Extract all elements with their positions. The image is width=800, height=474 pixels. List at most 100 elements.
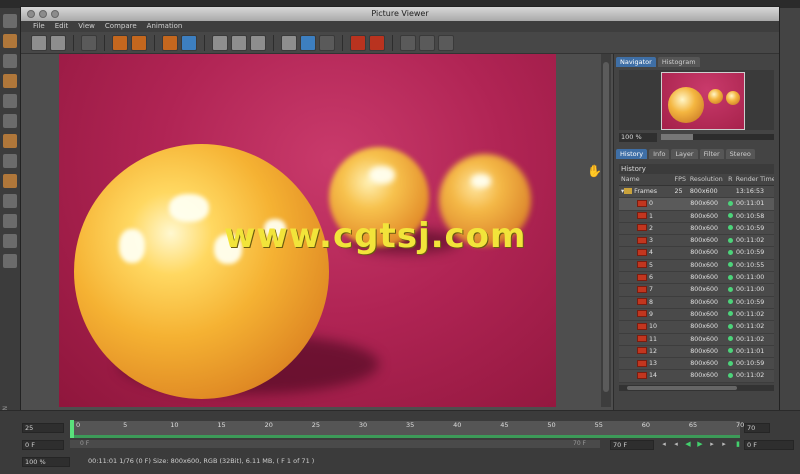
end-frame-field[interactable]: 70 F [610,440,654,450]
grid-icon[interactable] [81,34,97,51]
render-icon[interactable] [112,34,128,51]
screen-compare-icon[interactable] [250,34,266,51]
zoom-slider[interactable] [661,134,774,140]
viewport-scrollbar[interactable] [601,54,611,407]
history-row[interactable]: 1 800x600 00:10:58 [619,210,774,223]
history-row[interactable]: 5 800x600 00:10:55 [619,259,774,273]
frame-field[interactable]: 0 F [22,440,64,450]
row-time: 00:11:00 [735,274,765,282]
frame-icon[interactable] [3,254,17,268]
row-name-cell: 1 [619,211,675,222]
navigator-preview[interactable] [619,70,774,130]
row-time: 00:10:59 [735,224,765,232]
brush-icon[interactable] [3,174,17,188]
menu-edit[interactable]: Edit [55,21,69,32]
tool-icon[interactable] [3,14,17,28]
zoom-value-field[interactable]: 100 % [619,132,657,142]
render-image-icon [637,248,647,256]
current-frame-right-field[interactable]: 0 F [744,440,794,450]
tab-history[interactable]: History [616,149,648,159]
timeline-range-bar [70,435,740,438]
render-region-icon[interactable] [131,34,147,51]
grid-icon[interactable] [3,234,17,248]
history-row[interactable]: 2 800x600 00:10:59 [619,222,774,236]
checker-icon[interactable] [3,54,17,68]
column-fps[interactable]: FPS [675,176,690,185]
cube-outline-icon[interactable] [3,114,17,128]
scrollbar-thumb[interactable] [627,385,737,390]
status-dot-icon [728,348,734,354]
history-row[interactable]: 14 800x600 00:11:02 [619,370,774,383]
history-row[interactable]: 7 800x600 00:11:00 [619,284,774,297]
minimize-window-button[interactable] [39,10,47,18]
tab-info[interactable]: Info [649,149,670,159]
row-fps [675,358,690,369]
tab-stereo[interactable]: Stereo [725,149,755,159]
timeline-end-field[interactable]: 70 [744,423,770,433]
tab-layer[interactable]: Layer [671,149,698,159]
separator [273,34,274,51]
history-folder-row[interactable]: ▾ Frames 25 800x600 13:16:53 [619,186,774,199]
set-a-icon[interactable] [350,34,366,51]
render-image-icon [637,347,647,355]
step-forward-icon[interactable]: ▸ [708,440,716,448]
history-row[interactable]: 9 800x600 00:11:02 [619,308,774,322]
row-name: 12 [649,347,658,355]
column-render-time[interactable]: Render Time [736,176,774,185]
lock-icon[interactable] [3,194,17,208]
grid-icon[interactable] [3,214,17,228]
swap-icon[interactable] [319,34,335,51]
column-name[interactable]: Name [619,176,675,185]
tab-navigator[interactable]: Navigator [616,57,656,67]
angle-icon[interactable] [3,154,17,168]
history-row[interactable]: 13 800x600 00:10:59 [619,358,774,371]
zoom-window-button[interactable] [51,10,59,18]
screen-region-icon[interactable] [231,34,247,51]
history-row[interactable]: 11 800x600 00:11:02 [619,333,774,346]
scrollbar-thumb[interactable] [603,62,609,392]
save-icon[interactable] [50,34,66,51]
history-row[interactable]: 0 800x600 00:11:01 [619,198,774,211]
history-row[interactable]: 10 800x600 00:11:02 [619,321,774,334]
layer-icon[interactable] [400,34,416,51]
go-to-start-icon[interactable]: ◂ [660,440,668,448]
column-r[interactable]: R [728,176,736,185]
cube-icon[interactable] [3,134,17,148]
timeline-ruler[interactable]: 0 5 10 15 20 25 30 35 40 45 50 55 60 65 70 [70,421,744,435]
play-backward-icon[interactable]: ◀ [684,440,692,448]
history-row[interactable]: 12 800x600 00:11:01 [619,345,774,359]
go-to-end-icon[interactable]: ▸ [720,440,728,448]
history-row[interactable]: 6 800x600 00:11:00 [619,272,774,285]
play-forward-icon[interactable]: ▶ [696,440,704,448]
menu-file[interactable]: File [33,21,45,32]
loop-icon[interactable]: ▮ [734,440,742,448]
render-active-icon[interactable] [181,34,197,51]
cube-icon[interactable] [3,34,17,48]
ab-icon[interactable] [281,34,297,51]
image-viewport[interactable]: www.cgtsj.com ✋ [21,54,613,411]
cube-outline-icon[interactable] [3,94,17,108]
menu-animation[interactable]: Animation [147,21,183,32]
layer-split-icon[interactable] [438,34,454,51]
split-view-icon[interactable] [300,34,316,51]
tab-histogram[interactable]: Histogram [657,57,700,67]
history-scrollbar[interactable] [619,384,774,391]
screen-icon[interactable] [212,34,228,51]
history-row[interactable]: 3 800x600 00:11:02 [619,235,774,248]
playhead[interactable] [70,420,74,438]
step-back-icon[interactable]: ◂ [672,440,680,448]
close-window-button[interactable] [27,10,35,18]
history-row[interactable]: 8 800x600 00:10:59 [619,296,774,309]
menu-compare[interactable]: Compare [105,21,137,32]
tab-filter[interactable]: Filter [699,149,724,159]
cube-icon[interactable] [3,74,17,88]
history-row[interactable]: 4 800x600 00:10:59 [619,247,774,260]
timeline-start-field[interactable]: 25 [22,423,64,433]
column-resolution[interactable]: Resolution [690,176,728,185]
layer-grid-icon[interactable] [419,34,435,51]
set-b-icon[interactable] [369,34,385,51]
menu-view[interactable]: View [78,21,95,32]
open-icon[interactable] [31,34,47,51]
stop-render-icon[interactable] [162,34,178,51]
scrub-bar[interactable]: 0 F 70 F [70,440,600,448]
